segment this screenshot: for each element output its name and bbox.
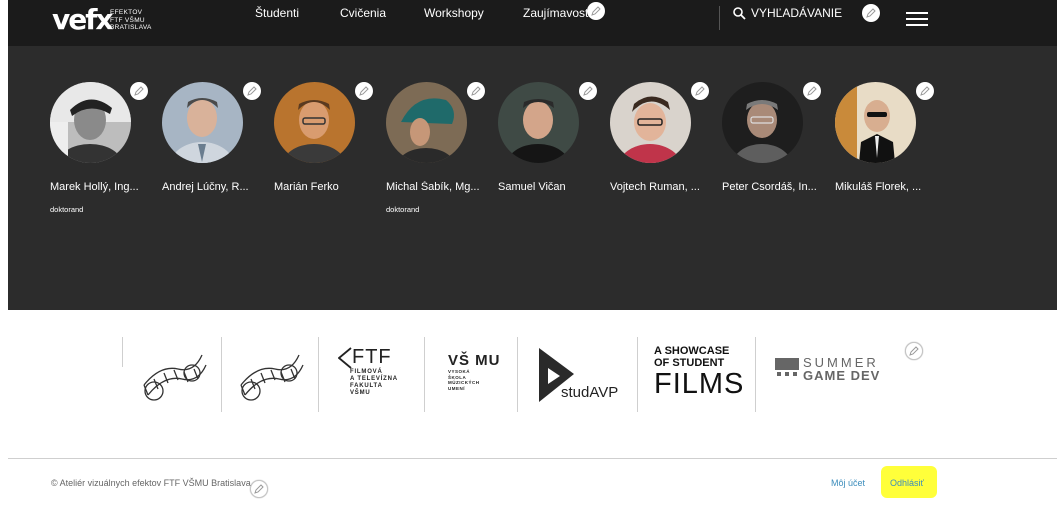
film-reel-logo[interactable]	[237, 345, 305, 410]
studavp-text: studAVP	[561, 384, 619, 401]
summer-game-dev-logo[interactable]: SUMMER GAME DEV	[775, 356, 880, 382]
studavp-logo[interactable]: studAVP	[536, 346, 618, 409]
ftf-line: FILMOVÁ	[350, 369, 383, 375]
site-logo[interactable]: vefx EFEKTOV FTF VŠMU BRATISLAVA	[52, 6, 162, 36]
footer-divider	[8, 458, 1057, 459]
ftf-line: FAKULTA	[350, 383, 383, 389]
edit-pencil-icon[interactable]	[130, 82, 148, 100]
edit-pencil-icon[interactable]	[862, 4, 880, 22]
person-name: Samuel Vičan	[498, 181, 566, 193]
partner-divider	[637, 337, 638, 412]
edit-pencil-icon[interactable]	[243, 82, 261, 100]
showcase-films-logo[interactable]: A SHOWCASE OF STUDENT FILMS	[654, 345, 744, 399]
person-name: Peter Csordáš, In...	[722, 181, 817, 193]
partner-divider	[318, 337, 319, 412]
person-name: Vojtech Ruman, ...	[610, 181, 700, 193]
avatar	[610, 82, 691, 163]
edit-pencil-icon[interactable]	[905, 342, 923, 360]
search-icon	[733, 6, 746, 20]
avatar	[835, 82, 916, 163]
logo-line-2: FTF VŠMU	[110, 16, 145, 24]
ftf-logo[interactable]: FTF FILMOVÁ A TELEVÍZNA FAKULTA VŠMU	[338, 346, 398, 397]
edit-pencil-icon[interactable]	[803, 82, 821, 100]
nav-studenti[interactable]: Študenti	[255, 6, 299, 20]
ftf-line: A TELEVÍZNA	[350, 376, 398, 382]
ftf-arrow-icon	[338, 346, 352, 369]
person-name: Mikuláš Florek, ...	[835, 181, 922, 193]
vsmu-line: UMENÍ	[448, 385, 465, 391]
partner-divider	[424, 337, 425, 412]
person-role: doktorand	[386, 205, 420, 214]
film-strip-icon	[143, 354, 207, 401]
avatar	[722, 82, 803, 163]
avatar	[498, 82, 579, 163]
search-button[interactable]: VYHĽADÁVANIE	[733, 6, 842, 20]
logo-text: EFEKTOV FTF VŠMU BRATISLAVA	[110, 9, 152, 32]
summer-line-2: GAME DEV	[803, 368, 881, 383]
avatar	[50, 82, 131, 163]
vsmu-mark: VŠ MU	[448, 352, 501, 369]
edit-pencil-icon[interactable]	[587, 2, 605, 20]
edit-pencil-icon[interactable]	[579, 82, 597, 100]
person-name: Marián Ferko	[274, 181, 339, 193]
avatar	[162, 82, 243, 163]
partner-divider	[221, 337, 222, 412]
ftf-mark: FTF	[352, 346, 392, 368]
copyright-text: © Ateliér vizuálnych efektov FTF VŠMU Br…	[51, 478, 251, 488]
partner-divider	[122, 337, 123, 367]
film-strip-icon	[240, 354, 304, 401]
my-account-link[interactable]: Môj účet	[831, 478, 865, 488]
search-label: VYHĽADÁVANIE	[751, 6, 843, 20]
nav-workshopy[interactable]: Workshopy	[424, 6, 484, 20]
edit-pencil-icon[interactable]	[691, 82, 709, 100]
showcase-line-3: FILMS	[654, 368, 745, 400]
edit-pencil-icon[interactable]	[916, 82, 934, 100]
nav-cvicenia[interactable]: Cvičenia	[340, 6, 386, 20]
edit-pencil-icon[interactable]	[355, 82, 373, 100]
person-name: Michal Šabík, Mg...	[386, 181, 480, 193]
person-name: Marek Hollý, Ing...	[50, 181, 139, 193]
film-reel-logo[interactable]	[140, 345, 208, 410]
person-name: Andrej Lúčny, R...	[162, 181, 249, 193]
avatar	[274, 82, 355, 163]
edit-pencil-icon[interactable]	[250, 480, 268, 498]
vsmu-logo[interactable]: VŠ MU VYSOKÁ ŠKOLA MÚZICKÝCH UMENÍ	[448, 352, 501, 391]
logo-line-3: BRATISLAVA	[110, 24, 152, 31]
logo-line-1: EFEKTOV	[110, 9, 143, 16]
menu-hamburger-icon[interactable]	[906, 12, 928, 26]
logout-link[interactable]: Odhlásiť	[890, 478, 924, 488]
edit-pencil-icon[interactable]	[467, 82, 485, 100]
nav-zaujimavosti[interactable]: Zaujímavosti	[523, 6, 591, 20]
partner-divider	[755, 337, 756, 412]
showcase-line-1: A SHOWCASE	[654, 345, 730, 357]
person-role: doktorand	[50, 205, 84, 214]
pixel-invader-icon	[775, 358, 799, 376]
logo-mark: vefx	[52, 3, 113, 36]
avatar	[386, 82, 467, 163]
nav-divider	[719, 6, 720, 30]
ftf-line: VŠMU	[350, 390, 371, 396]
partner-divider	[517, 337, 518, 412]
